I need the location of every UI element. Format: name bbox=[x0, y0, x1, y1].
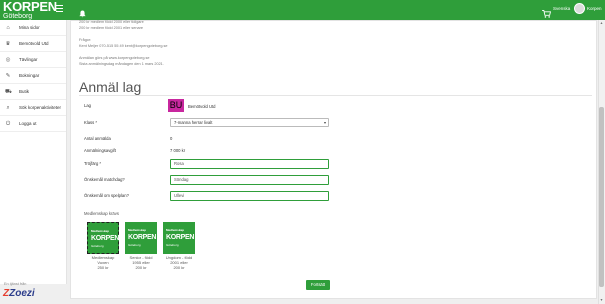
membership-title: Medlemskap krävs bbox=[84, 211, 119, 216]
tile-logo-word: KORPEN bbox=[91, 235, 120, 242]
tile-logo-word: KORPEN bbox=[166, 234, 195, 241]
sidebar-item-logga-ut[interactable]: ⏻ Logga ut bbox=[0, 116, 66, 132]
register-info: Anmälan görs på www.korpengoteborg.se bbox=[79, 56, 150, 60]
sidebar-item-bokningar[interactable]: ✎ Bokningar bbox=[0, 68, 66, 84]
membership-tile-adult[interactable]: Medlemskap KORPEN Göteborg bbox=[87, 222, 119, 254]
zoezi-logo[interactable]: ZZoezi bbox=[3, 288, 35, 299]
page-title: Anmäl lag bbox=[79, 79, 142, 95]
logo-word: KORPEN bbox=[3, 0, 57, 14]
tile-city: Göteborg bbox=[91, 244, 104, 248]
team-name: Bemötvold Utd bbox=[188, 104, 216, 109]
contact-line: Kent Meijer 070-515 55 49 kent@korpengot… bbox=[79, 44, 168, 48]
user-avatar[interactable] bbox=[574, 3, 585, 14]
shirt-color-field[interactable]: Rosa bbox=[170, 159, 329, 169]
zoezi-word: Zoezi bbox=[9, 288, 35, 299]
sidebar-item-label: Butik bbox=[19, 89, 30, 94]
fee-value: 7 000 kr bbox=[170, 148, 186, 153]
search-icon: ⌕ bbox=[6, 105, 10, 111]
home-icon: ⌂ bbox=[6, 25, 10, 31]
fee-label: Anmälningsavgift bbox=[84, 148, 116, 153]
chevron-down-icon: ▾ bbox=[323, 120, 326, 125]
shopping-cart-icon[interactable] bbox=[542, 5, 552, 18]
top-navbar bbox=[0, 0, 605, 20]
sidebar-item-team[interactable]: ♛ Bemötvold Utd bbox=[0, 36, 66, 52]
power-icon: ⏻ bbox=[5, 121, 11, 127]
sidebar-item-mina-sidor[interactable]: ⌂ Mina sidor bbox=[0, 20, 66, 36]
match-day-label: Önskemål matchdag? bbox=[84, 177, 125, 182]
register-deadline: Sista anmälningsdag måndagen den 1 mars … bbox=[79, 62, 164, 66]
count-value: 0 bbox=[170, 136, 173, 141]
tile-tag: Medlemskap bbox=[128, 228, 147, 232]
sidebar-item-label: Mina sidor bbox=[19, 25, 40, 30]
info-line: 200 kr medlem född 2001 eller senare bbox=[79, 26, 143, 30]
membership-tile-youth[interactable]: Medlemskap KORPEN Göteborg bbox=[163, 222, 195, 254]
tile-city: Göteborg bbox=[128, 243, 141, 247]
tile-city: Göteborg bbox=[166, 243, 179, 247]
ticket-icon: ✎ bbox=[5, 73, 11, 79]
team-badge: BU bbox=[168, 99, 184, 112]
user-name[interactable]: Korpen bbox=[587, 6, 602, 11]
continue-button[interactable]: Fortsätt bbox=[306, 280, 330, 290]
sidebar-item-label: Tävlingar bbox=[19, 57, 38, 62]
info-line: 200 kr medlem född 2000 eller tidigare bbox=[79, 20, 144, 24]
trophy-icon: ◎ bbox=[5, 57, 11, 63]
sidebar-item-label: Bemötvold Utd bbox=[19, 41, 49, 46]
class-select-value: 7-manna herrar livalt bbox=[174, 120, 213, 125]
membership-tile-senior[interactable]: Medlemskap KORPEN Göteborg bbox=[125, 222, 157, 254]
team-icon: ♛ bbox=[5, 41, 11, 47]
sidebar-item-label: Logga ut bbox=[19, 121, 37, 126]
divider bbox=[79, 95, 592, 96]
sidebar-item-butik[interactable]: ⛟ Butik bbox=[0, 84, 66, 100]
hamburger-menu-icon[interactable] bbox=[56, 5, 63, 13]
sidebar-item-tavlingar[interactable]: ◎ Tävlingar bbox=[0, 52, 66, 68]
tile-tag: Medlemskap bbox=[166, 228, 185, 232]
pitch-label: Önskemål om spelplan? bbox=[84, 193, 129, 198]
shirt-color-label: Tröjfärg * bbox=[84, 161, 102, 166]
language-selector[interactable]: Svenska bbox=[553, 6, 570, 11]
tile-logo-word: KORPEN bbox=[128, 234, 157, 241]
scroll-down-icon[interactable]: ▼ bbox=[599, 298, 604, 303]
tile-tag: Medlemskap bbox=[91, 229, 110, 233]
team-label: Lag bbox=[84, 103, 91, 108]
sidebar-item-sok[interactable]: ⌕ Sök korpenaktiviteter bbox=[0, 100, 66, 116]
bell-icon[interactable] bbox=[79, 5, 86, 18]
tile-caption: Senior - född 1955 eller 200 kr bbox=[129, 255, 153, 270]
match-day-field[interactable]: Söndag bbox=[170, 175, 329, 185]
tile-caption: Medlemskap Vuxen 250 kr bbox=[91, 255, 115, 270]
class-select[interactable]: 7-manna herrar livalt ▾ bbox=[170, 118, 329, 127]
class-label: Klass * bbox=[84, 120, 98, 125]
contact-heading: Frågor: bbox=[79, 38, 92, 42]
logo-city: Göteborg bbox=[3, 13, 33, 20]
sidebar-item-label: Sök korpenaktiviteter bbox=[19, 105, 62, 110]
pitch-field[interactable]: Ullevi bbox=[170, 191, 329, 201]
korpen-logo[interactable]: KORPEN Göteborg bbox=[3, 0, 57, 20]
cart-icon: ⛟ bbox=[5, 89, 12, 95]
powered-by-text: En tjänst från bbox=[4, 282, 27, 286]
sidebar-item-label: Bokningar bbox=[19, 73, 40, 78]
count-label: Antal anmälda bbox=[84, 136, 111, 141]
sidebar: ⌂ Mina sidor ♛ Bemötvold Utd ◎ Tävlingar… bbox=[0, 20, 67, 284]
scrollbar-thumb[interactable] bbox=[599, 107, 604, 287]
scroll-up-icon[interactable]: ▲ bbox=[599, 21, 604, 26]
tile-caption: Ungdom - född 2001 eller 200 kr bbox=[165, 255, 193, 270]
